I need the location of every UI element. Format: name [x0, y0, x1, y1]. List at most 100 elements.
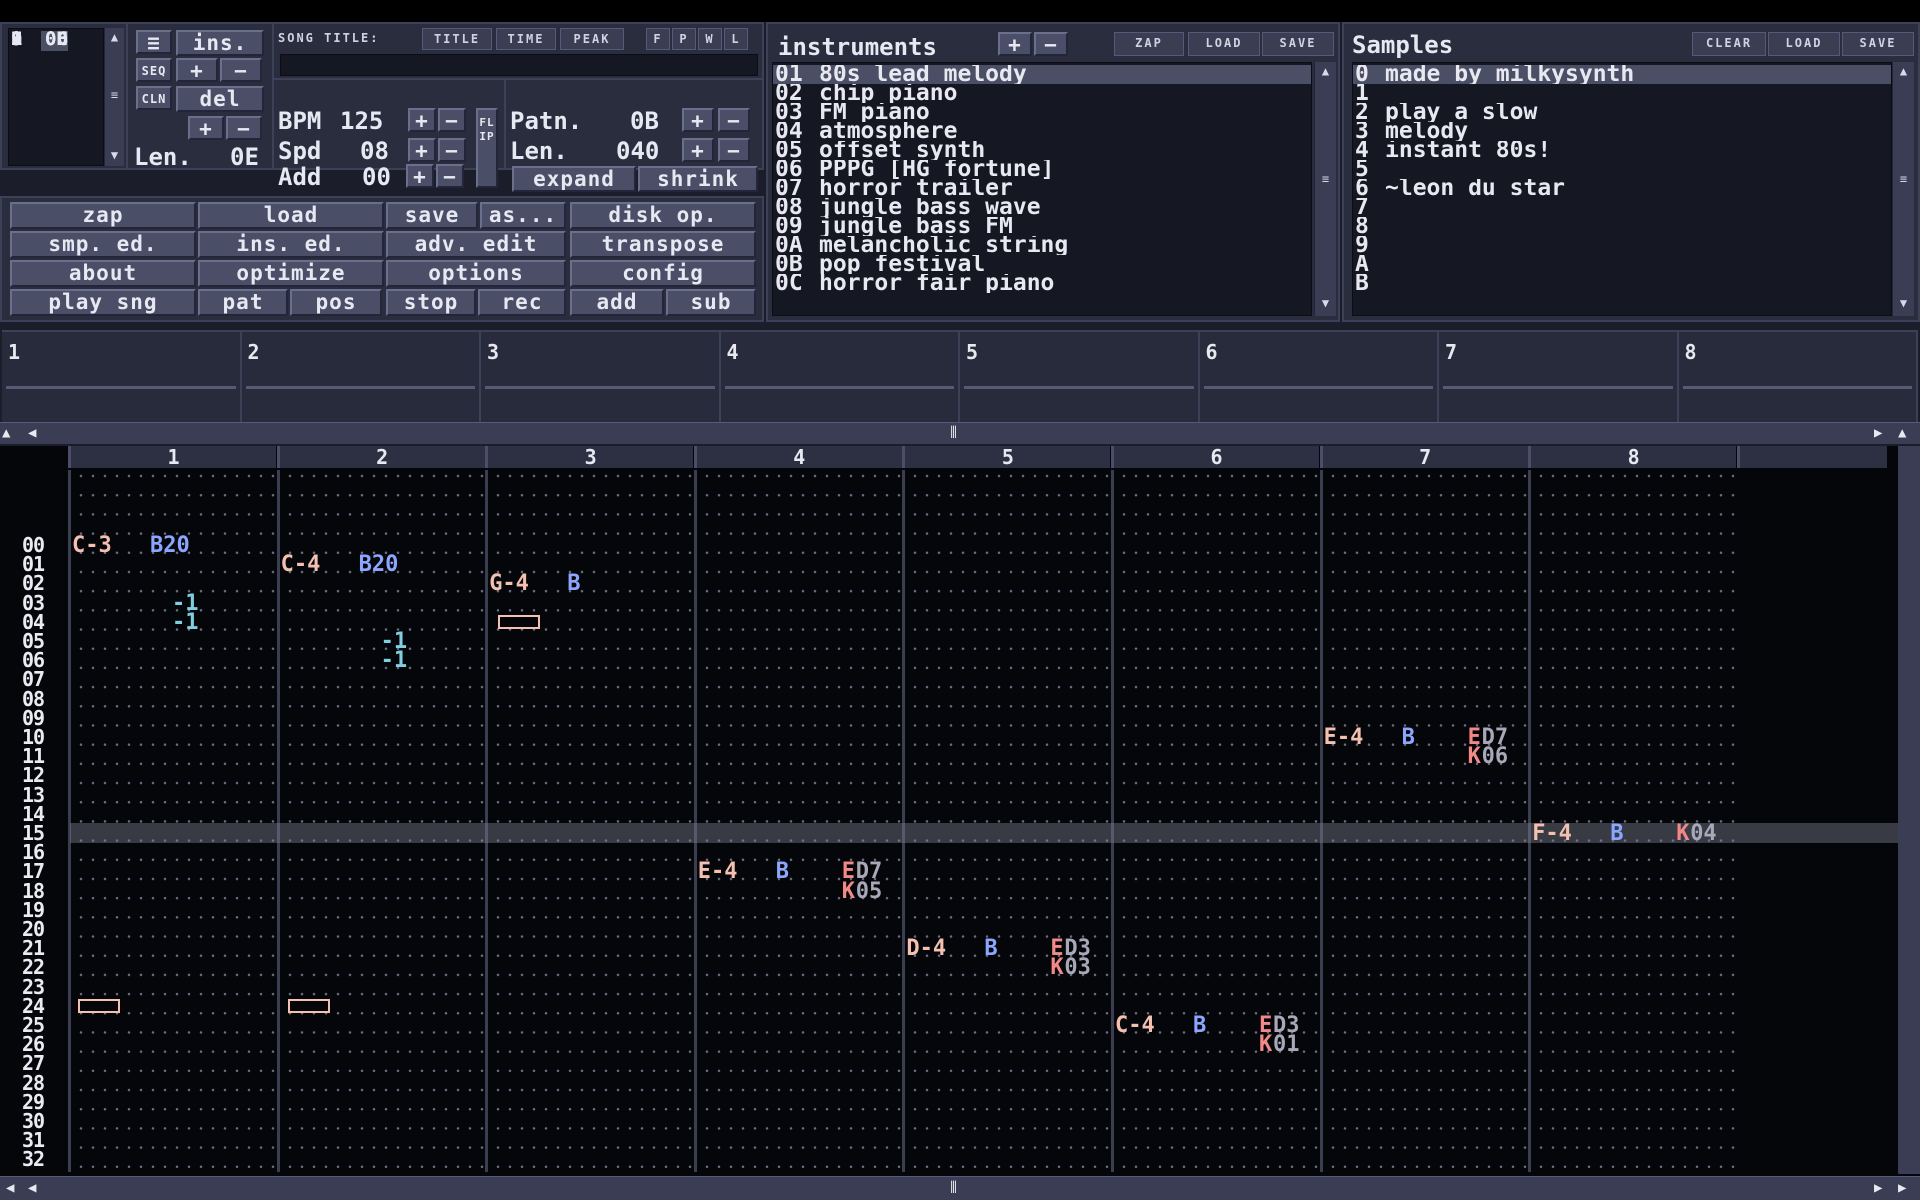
- flip-button[interactable]: FLIP: [476, 108, 498, 188]
- pattern-length-value[interactable]: 040: [616, 138, 659, 164]
- channel-column[interactable]: [68, 470, 276, 1172]
- f-button[interactable]: F: [646, 28, 670, 50]
- speed-minus-button[interactable]: −: [438, 138, 466, 162]
- sample-row[interactable]: 6 ~leon du star: [1353, 179, 1891, 198]
- arrow-right-icon[interactable]: ▶: [1874, 1180, 1882, 1196]
- ins-button[interactable]: ins.: [176, 30, 264, 56]
- p-button[interactable]: P: [672, 28, 696, 50]
- config-button[interactable]: config: [570, 260, 756, 287]
- arrow-up-icon[interactable]: ▲: [105, 30, 124, 44]
- sample-row[interactable]: 4 instant 80s!: [1353, 141, 1891, 160]
- transpose-button[interactable]: transpose: [570, 231, 756, 258]
- load-button[interactable]: load: [198, 202, 384, 229]
- samples-load-button[interactable]: LOAD: [1768, 32, 1840, 56]
- instrument-row[interactable]: 0B pop festival: [773, 255, 1311, 274]
- samples-clear-button[interactable]: CLEAR: [1692, 32, 1766, 56]
- sample-row[interactable]: 0 made by milkysynth: [1353, 65, 1891, 84]
- cln-button[interactable]: CLN: [136, 86, 172, 110]
- arrow-down-icon[interactable]: ▼: [1315, 296, 1336, 310]
- arrow-left-icon[interactable]: ◀: [28, 1180, 36, 1196]
- del-button[interactable]: del: [176, 86, 264, 112]
- channel-header[interactable]: 7: [1319, 446, 1528, 468]
- seq-button[interactable]: SEQ: [136, 58, 172, 82]
- channel-column[interactable]: [902, 470, 1111, 1172]
- channel-column[interactable]: [1111, 470, 1319, 1172]
- order-scrollbar[interactable]: ▲ ≡ ▼: [104, 28, 124, 166]
- sample-row[interactable]: 7: [1353, 198, 1891, 217]
- order-minus-button[interactable]: −: [220, 58, 262, 82]
- arrow-down-icon[interactable]: ▼: [1893, 296, 1914, 310]
- time-button[interactable]: TIME: [496, 28, 556, 50]
- arrow-left-icon[interactable]: ◀: [6, 1180, 14, 1196]
- pattern-minus-button[interactable]: −: [718, 108, 750, 132]
- l-button[interactable]: L: [724, 28, 748, 50]
- instrument-list[interactable]: 01 80s lead melody 02 chip piano 03 FM piano 0…: [772, 62, 1312, 316]
- sample-row[interactable]: 9: [1353, 236, 1891, 255]
- order-menu-button[interactable]: ≡: [136, 30, 172, 54]
- channel-header[interactable]: 2: [276, 446, 485, 468]
- channel-header[interactable]: 6: [1111, 446, 1319, 468]
- sample-row[interactable]: 3 melody: [1353, 122, 1891, 141]
- about-button[interactable]: about: [10, 260, 196, 287]
- insed-button[interactable]: ins. ed.: [198, 231, 384, 258]
- peak-button[interactable]: PEAK: [560, 28, 624, 50]
- sample-row[interactable]: 5: [1353, 160, 1891, 179]
- instrument-row[interactable]: 05 offset synth: [773, 141, 1311, 160]
- instrument-row[interactable]: 01 80s lead melody: [773, 65, 1311, 84]
- sample-row[interactable]: A: [1353, 255, 1891, 274]
- sample-row[interactable]: 1: [1353, 84, 1891, 103]
- stop-button[interactable]: stop: [386, 289, 476, 316]
- arrow-up-icon[interactable]: ▲: [1898, 425, 1906, 441]
- pattern-editor[interactable]: 12345678 00 01 02 03 04 05 06 07 08 09 10 11 12 13 14 1…: [0, 446, 1920, 1200]
- channel-header[interactable]: 1: [68, 446, 276, 468]
- pattern-bottom-scrollbar[interactable]: ◀ ◀ ⦀ ▶ ▶: [0, 1176, 1920, 1200]
- instrument-row[interactable]: 04 atmosphere: [773, 122, 1311, 141]
- instruments-zap-button[interactable]: ZAP: [1114, 32, 1184, 56]
- speed-plus-button[interactable]: +: [408, 138, 436, 162]
- order-list[interactable]: 7890123 08090A0B0C0D0E: [8, 28, 104, 166]
- channel-column[interactable]: [1319, 470, 1528, 1172]
- instrument-row[interactable]: 0A melancholic string: [773, 236, 1311, 255]
- title-button[interactable]: TITLE: [422, 28, 492, 50]
- instruments-save-button[interactable]: SAVE: [1262, 32, 1334, 56]
- instrument-row[interactable]: 06 PPPG [HG fortune]: [773, 160, 1311, 179]
- arrow-down-icon[interactable]: ▼: [105, 148, 124, 162]
- arrow-up-icon[interactable]: ▲: [1315, 64, 1336, 78]
- optimize-button[interactable]: optimize: [198, 260, 384, 287]
- song-title-field[interactable]: [280, 54, 758, 76]
- sample-row[interactable]: B: [1353, 274, 1891, 293]
- options-button[interactable]: options: [386, 260, 566, 287]
- save-button[interactable]: save: [386, 202, 478, 229]
- instruments-load-button[interactable]: LOAD: [1188, 32, 1260, 56]
- bpm-minus-button[interactable]: −: [438, 108, 466, 132]
- order-plus-button[interactable]: +: [176, 58, 218, 82]
- pos-button[interactable]: pos: [290, 289, 382, 316]
- pattern-plus-button[interactable]: +: [682, 108, 714, 132]
- instrument-row[interactable]: 0C horror fair piano: [773, 274, 1311, 293]
- speed-value[interactable]: 08: [360, 138, 389, 164]
- instrument-row[interactable]: 02 chip piano: [773, 84, 1311, 103]
- instrument-row[interactable]: 09 jungle bass FM: [773, 217, 1311, 236]
- add-button[interactable]: add: [570, 289, 664, 316]
- pattern-right-scrollbar[interactable]: [1898, 446, 1920, 1174]
- arrow-up-icon[interactable]: ▲: [2, 425, 10, 441]
- arrow-right-icon[interactable]: ▶: [1898, 1180, 1906, 1196]
- channel-header[interactable]: 3: [485, 446, 694, 468]
- pattern-top-scrollbar[interactable]: ◀ ⦀ ▶ ▲ ▲: [0, 422, 1920, 444]
- instrument-row[interactable]: 07 horror trailer: [773, 179, 1311, 198]
- pattern-length-minus-button[interactable]: −: [718, 138, 750, 162]
- instrument-row[interactable]: 03 FM piano: [773, 103, 1311, 122]
- samples-save-button[interactable]: SAVE: [1842, 32, 1914, 56]
- len-plus-button[interactable]: +: [188, 116, 224, 140]
- instrument-scrollbar[interactable]: ▲ ≡ ▼: [1314, 62, 1336, 316]
- bpm-value[interactable]: 125: [340, 108, 383, 134]
- diskop-button[interactable]: disk op.: [570, 202, 756, 229]
- bpm-plus-button[interactable]: +: [408, 108, 436, 132]
- add-value[interactable]: 00: [362, 164, 391, 190]
- add-minus-button[interactable]: −: [436, 164, 464, 188]
- song-length-value[interactable]: 0E: [230, 144, 259, 170]
- smped-button[interactable]: smp. ed.: [10, 231, 196, 258]
- advedit-button[interactable]: adv. edit: [386, 231, 566, 258]
- expand-button[interactable]: expand: [512, 166, 636, 192]
- rec-button[interactable]: rec: [478, 289, 566, 316]
